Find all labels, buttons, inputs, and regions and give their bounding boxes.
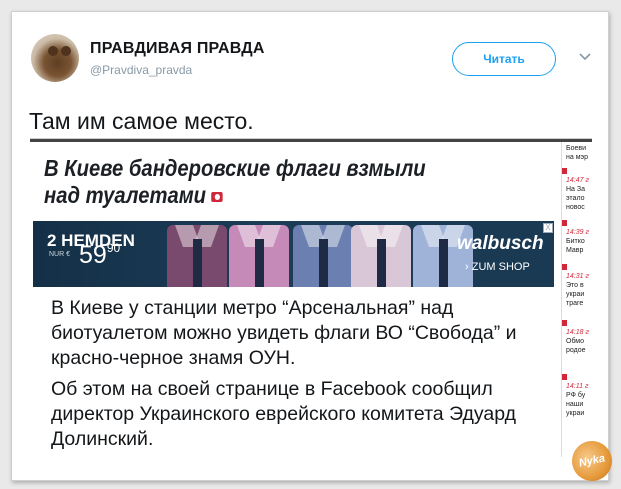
sidebar-news-text: Битко Мавр [566,238,585,254]
watermark-text: Nyka [577,452,607,470]
headline-line-2: над туалетами [44,182,207,208]
headline-line-1: В Киеве бандеровские флаги взмыли [44,155,426,181]
tweet-card: ПРАВДИВАЯ ПРАВДА @Pravdiva_pravda Читать… [11,11,616,485]
sidebar-news-time: 14:18 г [566,329,589,336]
sidebar-news-item[interactable]: 14:47 г На За этало новос [566,176,592,212]
ad-shirt-image [167,225,227,287]
camera-icon [211,191,223,202]
embedded-screenshot: В Киеве бандеровские флаги взмыли над ту… [30,138,592,457]
sidebar-marker-icon [562,264,567,270]
sidebar-news-item[interactable]: 14:18 г Обмо родое [566,328,592,355]
tweet-text: Там им самое место. [29,108,254,134]
article-headline: В Киеве бандеровские флаги взмыли над ту… [44,155,493,209]
sidebar-news-time: 14:47 г [566,177,589,184]
sidebar-news-item[interactable]: Боеви на мэр [566,144,592,162]
sidebar-news-text: На За этало новос [566,186,586,211]
article-paragraph-2: Об этом на своей странице в Facebook соо… [51,378,516,450]
ad-brand-logo: walbusch [457,233,544,254]
news-sidebar: Боеви на мэр 14:47 г На За этало новос 14:3… [561,142,592,457]
sidebar-news-item[interactable]: 14:39 г Битко Мавр [566,228,592,255]
sidebar-news-time: 14:11 г [566,383,589,390]
sidebar-news-item[interactable]: 14:11 г РФ бу наши украи [566,382,592,418]
sidebar-marker-icon [562,168,567,174]
sidebar-news-text: Боеви на мэр [566,145,588,161]
sidebar-marker-icon [562,320,567,326]
sidebar-news-time: 14:31 г [566,273,589,280]
ad-shirt-image [351,225,411,287]
account-name[interactable]: ПРАВДИВАЯ ПРАВДА [90,40,265,58]
ad-price-prefix: NUR € [49,251,71,258]
sidebar-marker-icon [562,374,567,380]
ad-shirt-image [229,225,289,287]
ad-price: 5990 [79,241,120,270]
divider [30,139,592,142]
sidebar-news-item[interactable]: 14:31 г Это в украи траге [566,272,592,308]
ad-price-cents: 90 [106,241,121,255]
article-paragraph-1: В Киеве у станции метро “Арсенальная” на… [51,297,517,369]
sidebar-news-text: Это в украи траге [566,282,585,307]
ad-shirt-image [293,225,353,287]
ad-shop-link[interactable]: › ZUM SHOP [465,261,530,273]
ad-close-icon[interactable]: X [543,223,553,233]
ad-shop-label: ZUM SHOP [471,261,530,273]
account-handle[interactable]: @Pravdiva_pravda [90,63,192,77]
sidebar-news-text: РФ бу наши украи [566,392,586,417]
follow-button[interactable]: Читать [452,42,556,76]
chevron-down-icon[interactable] [578,52,592,62]
sidebar-news-time: 14:39 г [566,229,589,236]
sidebar-marker-icon [562,220,567,226]
ad-price-main: 59 [79,241,107,269]
avatar[interactable] [31,34,79,82]
ad-banner[interactable]: 2 HEMDEN NUR € 5990 walbusch › ZUM SHOP … [33,221,554,287]
sidebar-news-text: Обмо родое [566,338,586,354]
